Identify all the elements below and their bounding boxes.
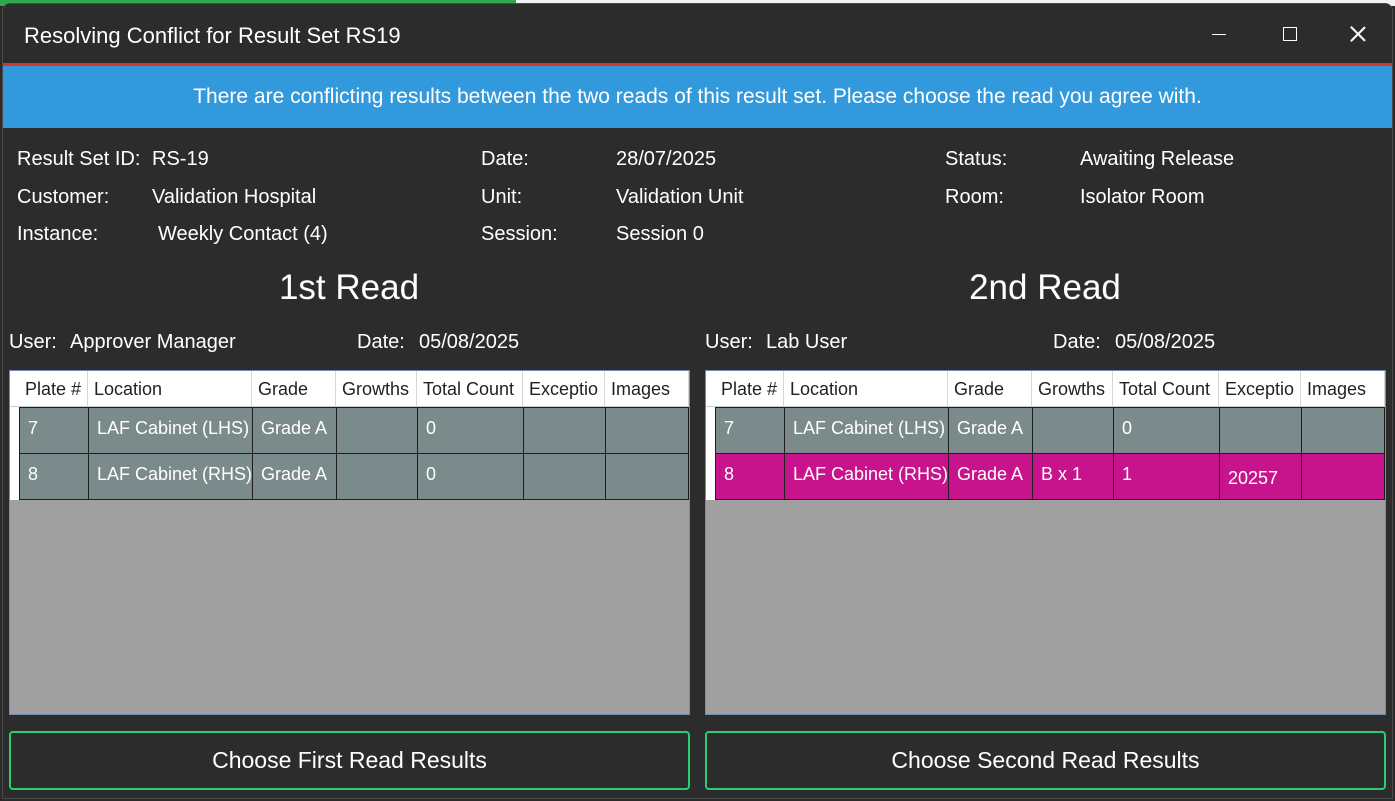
cell-grade: Grade A [948,407,1033,454]
row-header[interactable] [10,453,19,500]
cell-images [605,453,689,500]
room-value: Isolator Room [1080,186,1205,208]
column-exception[interactable]: Exceptio [523,371,605,407]
customer-label: Customer: [17,186,110,208]
unit-label: Unit: [481,186,523,208]
first-read-user: Approver Manager [70,331,236,353]
instance-value: Weekly Contact (4) [158,223,328,245]
column-location[interactable]: Location [88,371,252,407]
maximize-button[interactable] [1270,18,1310,50]
cell-location: LAF Cabinet (RHS) [784,453,949,500]
choose-second-read-button[interactable]: Choose Second Read Results [705,731,1386,790]
first-read-date: 05/08/2025 [419,331,520,353]
cell-total-count: 0 [1113,407,1220,454]
cell-growths [336,407,418,454]
cell-grade: Grade A [252,407,337,454]
session-value: Session 0 [616,223,704,245]
date-label: Date: [481,148,529,170]
column-growths[interactable]: Growths [1032,371,1113,407]
result-set-id-label: Result Set ID: [17,148,141,170]
minimize-icon [1212,33,1226,35]
first-read-grid[interactable]: Plate # Location Grade Growths Total Cou… [9,370,690,715]
row-header[interactable] [706,453,715,500]
cell-growths: B x 1 [1032,453,1114,500]
cell-exception [523,453,606,500]
cell-images [1301,407,1385,454]
table-row[interactable]: 7 LAF Cabinet (LHS) Grade A 0 [706,407,1385,454]
cell-exception [1219,407,1302,454]
column-total-count[interactable]: Total Count [417,371,523,407]
cell-growths [336,453,418,500]
cell-plate: 7 [715,407,785,454]
table-row-conflict[interactable]: 8 LAF Cabinet (RHS) Grade A B x 1 1 2025… [706,453,1385,500]
window-title: Resolving Conflict for Result Set RS19 [24,23,401,48]
column-location[interactable]: Location [784,371,948,407]
column-grade[interactable]: Grade [948,371,1032,407]
close-button[interactable] [1338,18,1378,50]
session-label: Session: [481,223,558,245]
cell-growths [1032,407,1114,454]
title-bar: Resolving Conflict for Result Set RS19 [3,4,1392,65]
grid-header: Plate # Location Grade Growths Total Cou… [706,371,1385,407]
instance-label: Instance: [17,223,99,245]
second-read-user: Lab User [766,331,848,353]
date-value: 28/07/2025 [616,148,717,170]
column-plate[interactable]: Plate # [19,371,88,407]
close-icon [1350,26,1366,42]
column-exception[interactable]: Exceptio [1219,371,1301,407]
result-set-id-value: RS-19 [152,148,209,170]
column-grade[interactable]: Grade [252,371,336,407]
first-read-user-label: User: [9,331,57,353]
column-total-count[interactable]: Total Count [1113,371,1219,407]
column-images[interactable]: Images [1301,371,1385,407]
second-read-date: 05/08/2025 [1115,331,1216,353]
table-row[interactable]: 8 LAF Cabinet (RHS) Grade A 0 [10,453,689,500]
room-label: Room: [945,186,1004,208]
second-read-user-label: User: [705,331,753,353]
cell-grade: Grade A [948,453,1033,500]
column-images[interactable]: Images [605,371,689,407]
grid-header: Plate # Location Grade Growths Total Cou… [10,371,689,407]
cell-exception[interactable]: 20257 [1219,453,1302,500]
choose-first-read-button[interactable]: Choose First Read Results [9,731,690,790]
maximize-icon [1283,27,1297,41]
second-read-date-label: Date: [1053,331,1101,353]
cell-location: LAF Cabinet (RHS) [88,453,253,500]
cell-location: LAF Cabinet (LHS) [784,407,949,454]
unit-value: Validation Unit [616,186,744,208]
cell-total-count: 1 [1113,453,1220,500]
first-read-title: 1st Read [278,268,420,307]
cell-plate: 8 [715,453,785,500]
customer-value: Validation Hospital [152,186,317,208]
status-label: Status: [945,148,1008,170]
column-plate[interactable]: Plate # [715,371,784,407]
cell-images [1301,453,1385,500]
status-value: Awaiting Release [1080,148,1235,170]
cell-plate: 7 [19,407,89,454]
second-read-grid[interactable]: Plate # Location Grade Growths Total Cou… [705,370,1386,715]
row-header[interactable] [10,407,19,454]
first-read-date-label: Date: [357,331,405,353]
second-read-title: 2nd Read [969,268,1121,307]
row-header[interactable] [706,407,715,454]
cell-total-count: 0 [417,453,524,500]
cell-total-count: 0 [417,407,524,454]
column-growths[interactable]: Growths [336,371,417,407]
conflict-banner: There are conflicting results between th… [3,66,1392,128]
cell-location: LAF Cabinet (LHS) [88,407,253,454]
conflict-dialog: Resolving Conflict for Result Set RS19 T… [2,3,1393,799]
cell-exception [523,407,606,454]
minimize-button[interactable] [1199,18,1239,50]
cell-images [605,407,689,454]
cell-grade: Grade A [252,453,337,500]
table-row[interactable]: 7 LAF Cabinet (LHS) Grade A 0 [10,407,689,454]
cell-plate: 8 [19,453,89,500]
